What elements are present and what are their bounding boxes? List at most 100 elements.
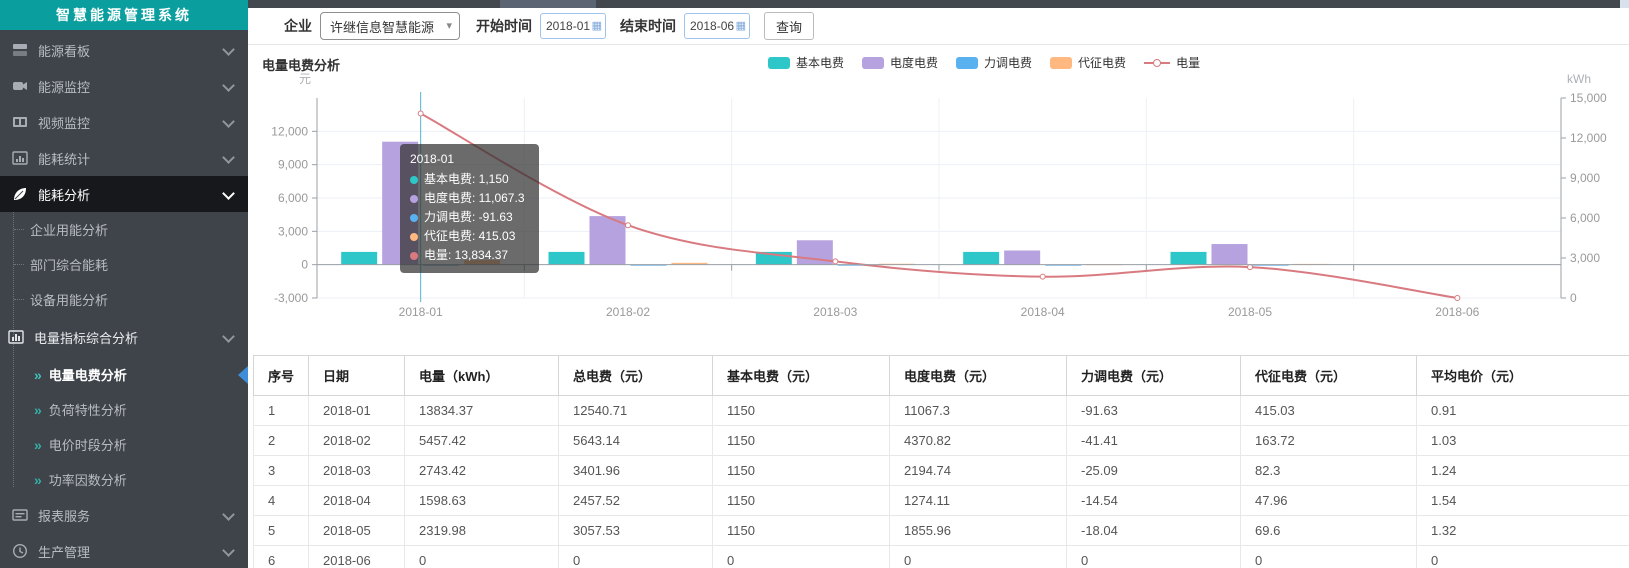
table-cell: 3401.96 [559, 456, 713, 486]
sidebar-nav: 能源看板能源监控视频监控能耗统计能耗分析企业用能分析部门综合能耗设备用能分析电量… [0, 30, 248, 568]
table-cell: 2018-03 [309, 456, 405, 486]
column-header: 代征电费（元） [1241, 356, 1417, 396]
table-cell: 2018-04 [309, 486, 405, 516]
sidebar-item-电量电费分析[interactable]: »电量电费分析 [0, 357, 248, 392]
table-cell: 1150 [713, 516, 890, 546]
app-title: 智慧能源管理系统 [0, 0, 248, 30]
sub-arrow-icon: » [34, 402, 42, 418]
chevron-down-icon [224, 545, 236, 557]
start-time-label: 开始时间 [476, 16, 532, 36]
sidebar-item-功率因数分析[interactable]: » 功率因数分析 [0, 462, 248, 497]
sidebar-item-生产管理[interactable]: 生产管理 [0, 533, 248, 568]
table-cell: 2194.74 [890, 456, 1067, 486]
end-date-input[interactable]: 2018-06 ▦ [684, 13, 750, 39]
table-cell: 1150 [713, 486, 890, 516]
table-cell: 2319.98 [405, 516, 559, 546]
svg-text:9,000: 9,000 [1570, 171, 1600, 185]
sidebar-item-label: 能耗统计 [38, 149, 224, 168]
column-header: 平均电价（元） [1417, 356, 1629, 396]
svg-text:3,000: 3,000 [1570, 251, 1600, 265]
table-cell: 0.91 [1417, 396, 1629, 426]
sidebar-item-label: 电价时段分析 [49, 435, 236, 454]
top-strip-segment [500, 0, 596, 8]
query-button[interactable]: 查询 [764, 12, 814, 40]
table-cell: -91.63 [1067, 396, 1241, 426]
company-label: 企业 [284, 16, 312, 36]
end-time-label: 结束时间 [620, 16, 676, 36]
sidebar-item-label: 电量电费分析 [49, 365, 236, 384]
sidebar-item-负荷特性分析[interactable]: » 负荷特性分析 [0, 392, 248, 427]
table-cell: 0 [559, 546, 713, 568]
svg-text:0: 0 [301, 258, 308, 272]
calendar-icon[interactable]: ▦ [736, 21, 746, 32]
svg-text:2018-05: 2018-05 [1228, 305, 1272, 319]
table-row[interactable]: 22018-025457.425643.1411504370.82-41.411… [254, 426, 1629, 456]
svg-text:元: 元 [299, 72, 311, 86]
chevron-down-icon [224, 509, 236, 521]
sidebar-item-设备用能分析[interactable]: 设备用能分析 [0, 282, 248, 317]
leaf-icon [12, 186, 28, 202]
filter-toolbar: 企业 许继信息智慧能源 ▾ 开始时间 2018-01 ▦ 结束时间 2018-0… [248, 8, 1629, 45]
company-select[interactable]: 许继信息智慧能源 ▾ [320, 12, 460, 40]
sidebar-item-企业用能分析[interactable]: 企业用能分析 [0, 212, 248, 247]
svg-text:3,000: 3,000 [278, 224, 308, 238]
table-row[interactable]: 32018-032743.423401.9611502194.74-25.098… [254, 456, 1629, 486]
table-cell: 0 [1241, 546, 1417, 568]
start-date-input[interactable]: 2018-01 ▦ [540, 13, 606, 39]
svg-text:12,000: 12,000 [271, 124, 308, 138]
table-row[interactable]: 12018-0113834.3712540.71115011067.3-91.6… [254, 396, 1629, 426]
sidebar-item-报表服务[interactable]: 报表服务 [0, 497, 248, 533]
sub-arrow-icon: » [34, 472, 42, 488]
sidebar-item-能耗分析[interactable]: 能耗分析 [0, 176, 248, 212]
column-header: 序号 [254, 356, 309, 396]
sidebar-item-label: 负荷特性分析 [49, 400, 236, 419]
chart-icon [8, 329, 24, 345]
calendar-icon[interactable]: ▦ [592, 21, 602, 32]
sidebar-item-能源看板[interactable]: 能源看板 [0, 32, 248, 68]
sidebar-item-视频监控[interactable]: 视频监控 [0, 104, 248, 140]
table-row[interactable]: 62018-060000000 [254, 546, 1629, 568]
chevron-down-icon [224, 152, 236, 164]
chart-canvas[interactable]: 12,0009,0006,0003,0000-3,00015,00012,000… [248, 45, 1629, 344]
svg-text:-3,000: -3,000 [274, 291, 308, 305]
chart-panel: 电量电费分析 基本电费电度电费力调电费代征电费电量 12,0009,0006,0… [248, 45, 1629, 344]
result-table-wrap: 序号日期电量（kWh）总电费（元）基本电费（元）电度电费（元）力调电费（元）代征… [253, 355, 1629, 568]
scrollbar-corner [1620, 0, 1629, 8]
table-cell: -25.09 [1067, 456, 1241, 486]
end-date-value: 2018-06 [690, 19, 734, 33]
sidebar-subtree: 企业用能分析部门综合能耗设备用能分析电量指标综合分析»电量电费分析»负荷特性分析… [0, 212, 248, 497]
table-cell: 3057.53 [559, 516, 713, 546]
svg-text:6,000: 6,000 [278, 191, 308, 205]
table-cell: 0 [1067, 546, 1241, 568]
table-cell: 5 [254, 516, 309, 546]
video-icon [12, 114, 28, 130]
table-cell: 1.54 [1417, 486, 1629, 516]
sidebar-item-label: 能耗分析 [38, 185, 224, 204]
svg-text:2018-06: 2018-06 [1435, 305, 1479, 319]
sidebar-item-能源监控[interactable]: 能源监控 [0, 68, 248, 104]
dashboard-icon [12, 42, 28, 58]
table-row[interactable]: 52018-052319.983057.5311501855.96-18.046… [254, 516, 1629, 546]
sidebar-item-部门综合能耗[interactable]: 部门综合能耗 [0, 247, 248, 282]
sidebar-item-label: 电量指标综合分析 [34, 328, 224, 347]
table-cell: 6 [254, 546, 309, 568]
table-header-row: 序号日期电量（kWh）总电费（元）基本电费（元）电度电费（元）力调电费（元）代征… [254, 356, 1629, 396]
sidebar-item-能耗统计[interactable]: 能耗统计 [0, 140, 248, 176]
chevron-down-icon [224, 331, 236, 343]
clock-icon [12, 543, 28, 559]
start-date-value: 2018-01 [546, 19, 590, 33]
table-cell: 2743.42 [405, 456, 559, 486]
table-cell: 1150 [713, 396, 890, 426]
sidebar-item-电价时段分析[interactable]: »电价时段分析 [0, 427, 248, 462]
column-header: 力调电费（元） [1067, 356, 1241, 396]
table-row[interactable]: 42018-041598.632457.5211501274.11-14.544… [254, 486, 1629, 516]
column-header: 总电费（元） [559, 356, 713, 396]
column-header: 日期 [309, 356, 405, 396]
company-select-value: 许继信息智慧能源 [330, 17, 434, 36]
sidebar-item-电量指标综合分析[interactable]: 电量指标综合分析 [0, 317, 248, 357]
table-cell: 0 [713, 546, 890, 568]
table-cell: -14.54 [1067, 486, 1241, 516]
caret-down-icon: ▾ [446, 19, 452, 32]
sidebar-item-label: 功率因数分析 [49, 470, 236, 489]
column-header: 电量（kWh） [405, 356, 559, 396]
